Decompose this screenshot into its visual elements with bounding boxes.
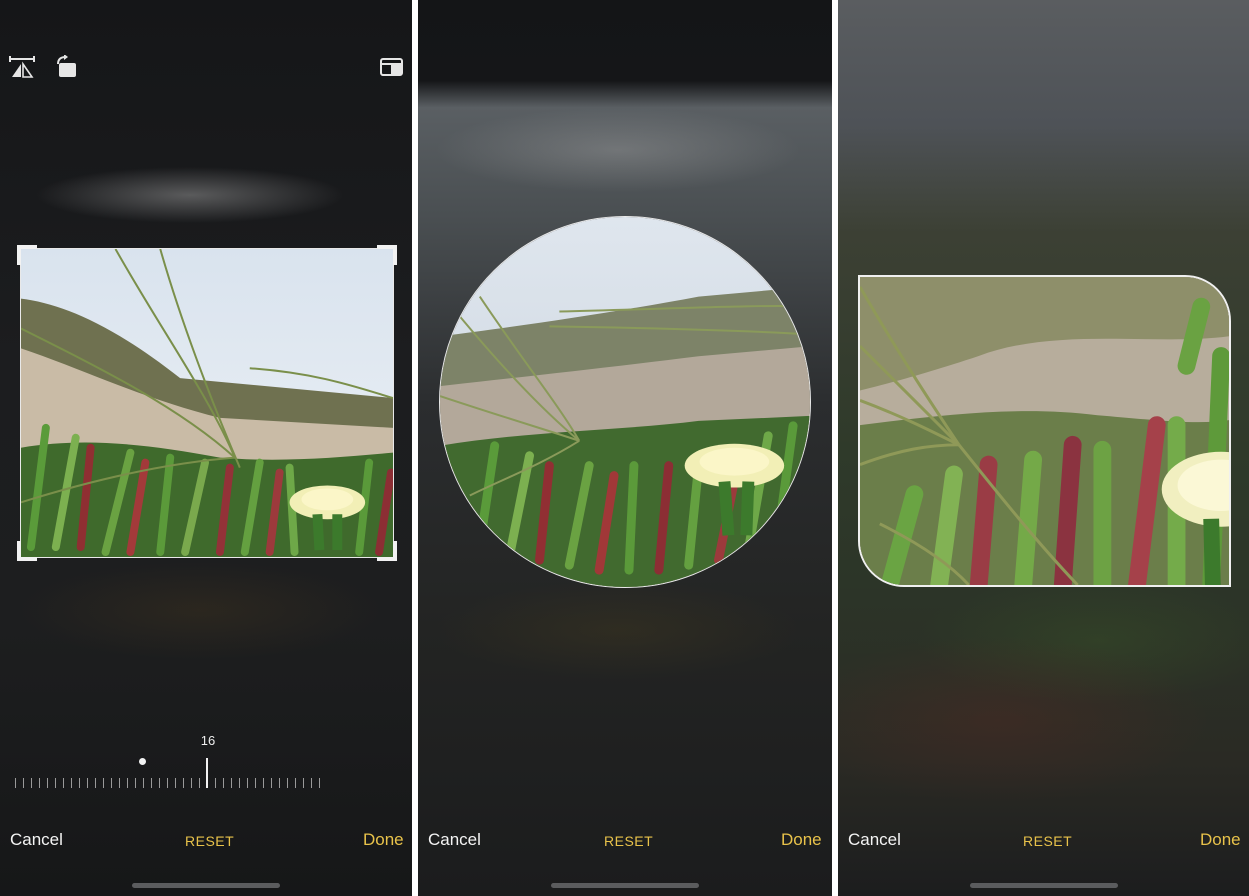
dial-tick <box>39 778 40 788</box>
crop-handle-bottom-left[interactable] <box>17 541 37 561</box>
flip-horizontal-icon[interactable] <box>9 55 35 79</box>
dial-tick <box>23 778 24 788</box>
dial-tick <box>71 778 72 788</box>
photo-preview-rounded[interactable] <box>858 275 1231 587</box>
dial-tick <box>95 778 96 788</box>
home-indicator[interactable] <box>132 883 280 888</box>
dial-tick <box>151 778 152 788</box>
dial-tick <box>271 778 272 788</box>
dial-tick <box>263 778 264 788</box>
dial-tick <box>55 778 56 788</box>
dial-tick <box>199 778 200 788</box>
crop-handle-bottom-right[interactable] <box>377 541 397 561</box>
dial-tick <box>279 778 280 788</box>
dial-tick <box>303 778 304 788</box>
reset-button[interactable]: RESET <box>1023 833 1072 849</box>
dial-center-dot <box>139 758 146 765</box>
dial-tick <box>143 778 144 788</box>
dial-tick <box>223 778 224 788</box>
crop-handle-top-right[interactable] <box>377 245 397 265</box>
dial-tick <box>79 778 80 788</box>
dial-tick <box>255 778 256 788</box>
straighten-value: 16 <box>200 733 216 748</box>
dial-tick <box>135 778 136 788</box>
rotate-icon[interactable] <box>54 55 80 79</box>
dial-tick <box>183 778 184 788</box>
dial-tick <box>175 778 176 788</box>
crop-editor-panel-rounded: Cancel RESET Done <box>838 0 1249 896</box>
done-button[interactable]: Done <box>781 830 822 850</box>
dial-tick <box>167 778 168 788</box>
reset-button[interactable]: RESET <box>604 833 653 849</box>
dial-tick <box>311 778 312 788</box>
done-button[interactable]: Done <box>1200 830 1241 850</box>
cancel-button[interactable]: Cancel <box>10 830 63 850</box>
dial-tick <box>111 778 112 788</box>
photo-preview-circle[interactable] <box>439 216 811 588</box>
dial-tick <box>119 778 120 788</box>
dial-tick <box>319 778 320 788</box>
home-indicator[interactable] <box>970 883 1118 888</box>
straighten-dial[interactable] <box>15 758 327 790</box>
dial-tick <box>127 778 128 788</box>
dial-tick <box>63 778 64 788</box>
cancel-button[interactable]: Cancel <box>848 830 901 850</box>
dial-tick <box>295 778 296 788</box>
crop-handle-top-left[interactable] <box>17 245 37 265</box>
dial-tick <box>231 778 232 788</box>
cancel-button[interactable]: Cancel <box>428 830 481 850</box>
dial-tick <box>215 778 216 788</box>
done-button[interactable]: Done <box>363 830 404 850</box>
dial-tick <box>287 778 288 788</box>
crop-editor-panel-rectangle: 16 Cancel RESET Done <box>0 0 412 896</box>
dial-tick <box>31 778 32 788</box>
dial-current-marker <box>206 758 208 788</box>
dial-tick <box>87 778 88 788</box>
dial-tick <box>15 778 16 788</box>
crop-editor-panel-circle: Cancel RESET Done <box>418 0 832 896</box>
dial-tick <box>191 778 192 788</box>
dial-tick <box>159 778 160 788</box>
reset-button[interactable]: RESET <box>185 833 234 849</box>
home-indicator[interactable] <box>551 883 699 888</box>
photo-preview[interactable] <box>20 248 394 558</box>
dial-tick <box>239 778 240 788</box>
dial-tick <box>247 778 248 788</box>
dial-tick <box>103 778 104 788</box>
aspect-ratio-icon[interactable] <box>379 55 405 79</box>
dial-tick <box>47 778 48 788</box>
